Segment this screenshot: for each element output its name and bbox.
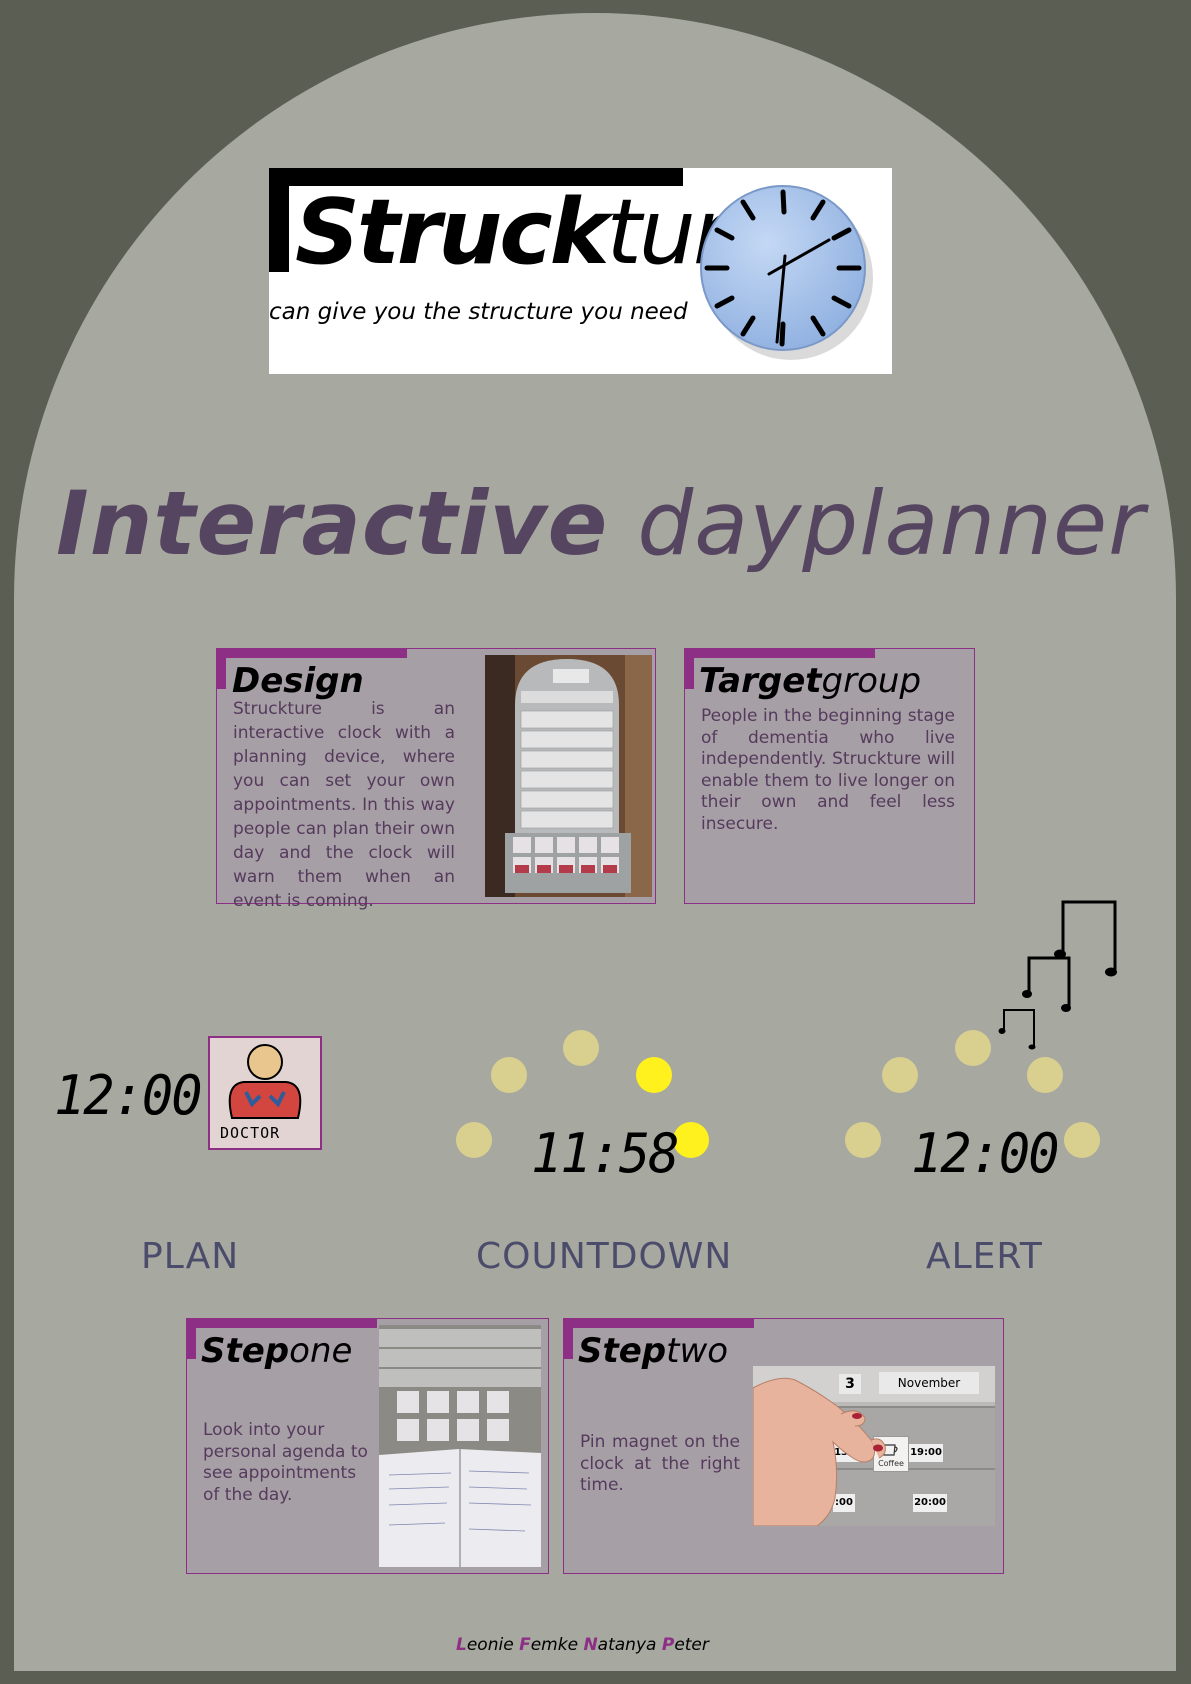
hand-icon [753, 1377, 886, 1526]
credit-name: emke [530, 1635, 584, 1655]
logo-word-bold: Struck [295, 180, 610, 285]
credit-name: eter [674, 1635, 709, 1655]
logo-bar-side [269, 168, 289, 272]
alert-time-display: 12:00 [911, 1122, 1060, 1186]
credit-initial: L [456, 1635, 467, 1655]
box-tab-side [217, 649, 226, 689]
step-one-box: Stepone Look into your personal agenda t… [186, 1318, 549, 1574]
dayplanner-device-photo [485, 655, 652, 897]
countdown-dot [491, 1057, 527, 1093]
countdown-dot [456, 1122, 492, 1158]
alert-dot [955, 1030, 991, 1066]
credit-initial: N [583, 1635, 598, 1655]
step-two-title-light: two [666, 1331, 729, 1371]
target-group-text: People in the beginning stage of dementi… [701, 706, 955, 834]
alert-label: ALERT [926, 1236, 1043, 1277]
step-two-text: Pin magnet on the clock at the right tim… [580, 1432, 740, 1495]
title-bold: Interactive [56, 472, 609, 575]
doctor-card: DOCTOR [208, 1036, 322, 1150]
countdown-dot [563, 1030, 599, 1066]
box-tab [685, 649, 875, 658]
design-text: Struckture is an interactive clock with … [233, 699, 455, 911]
step-one-title-bold: Step [201, 1331, 290, 1371]
plan-time-display: 12:00 [54, 1064, 203, 1128]
target-title-bold: Target [699, 661, 822, 701]
credits: Leonie Femke Natanya Peter [456, 1635, 709, 1655]
countdown-label: COUNTDOWN [476, 1236, 733, 1277]
credit-name: atanya [597, 1635, 662, 1655]
step-one-title-light: one [289, 1331, 353, 1371]
credit-initial: P [661, 1635, 675, 1655]
target-group-title: Targetgroup [699, 661, 921, 701]
plan-label: PLAN [141, 1236, 240, 1277]
alert-dot [1064, 1122, 1100, 1158]
step-one-text: Look into your personal agenda to see ap… [203, 1420, 368, 1505]
alert-dot [845, 1122, 881, 1158]
box-tab-side [685, 649, 694, 689]
alert-dot [1027, 1057, 1063, 1093]
design-title: Design [232, 661, 364, 701]
music-notes-icon [998, 900, 1117, 1050]
box-tab [564, 1319, 754, 1328]
step-one-title: Stepone [201, 1331, 352, 1371]
credit-initial: F [519, 1635, 531, 1655]
design-box: Design Struckture is an interactive cloc… [216, 648, 656, 911]
step-two-title-bold: Step [578, 1331, 667, 1371]
doctor-card-label: DOCTOR [220, 1124, 281, 1142]
box-tab-side [564, 1319, 573, 1359]
page-title: Interactive dayplanner [56, 480, 1145, 568]
magnet-photo: 3 November 13:00 19:00 20:00 :00 Coffee [753, 1366, 995, 1526]
box-tab-side [187, 1319, 196, 1359]
credit-name: eonie [466, 1635, 520, 1655]
countdown-dot-active [636, 1057, 672, 1093]
design-title-text: Design [232, 661, 364, 701]
step-two-box: Steptwo Pin magnet on the clock at the r… [563, 1318, 1004, 1574]
box-tab [187, 1319, 377, 1328]
step-two-title: Steptwo [578, 1331, 728, 1371]
countdown-dot-active [673, 1122, 709, 1158]
title-light: dayplanner [637, 472, 1146, 575]
logo-tagline: can give you the structure you need [269, 299, 688, 325]
target-group-box: Targetgroup People in the beginning stag… [684, 648, 975, 904]
struckture-logo: Struckture can give you the structure yo… [269, 168, 892, 374]
alert-dot [882, 1057, 918, 1093]
agenda-photo [379, 1325, 541, 1567]
box-tab [217, 649, 407, 658]
countdown-time-display: 11:58 [531, 1122, 680, 1186]
clock-icon [700, 185, 873, 360]
target-title-light: group [821, 661, 922, 701]
